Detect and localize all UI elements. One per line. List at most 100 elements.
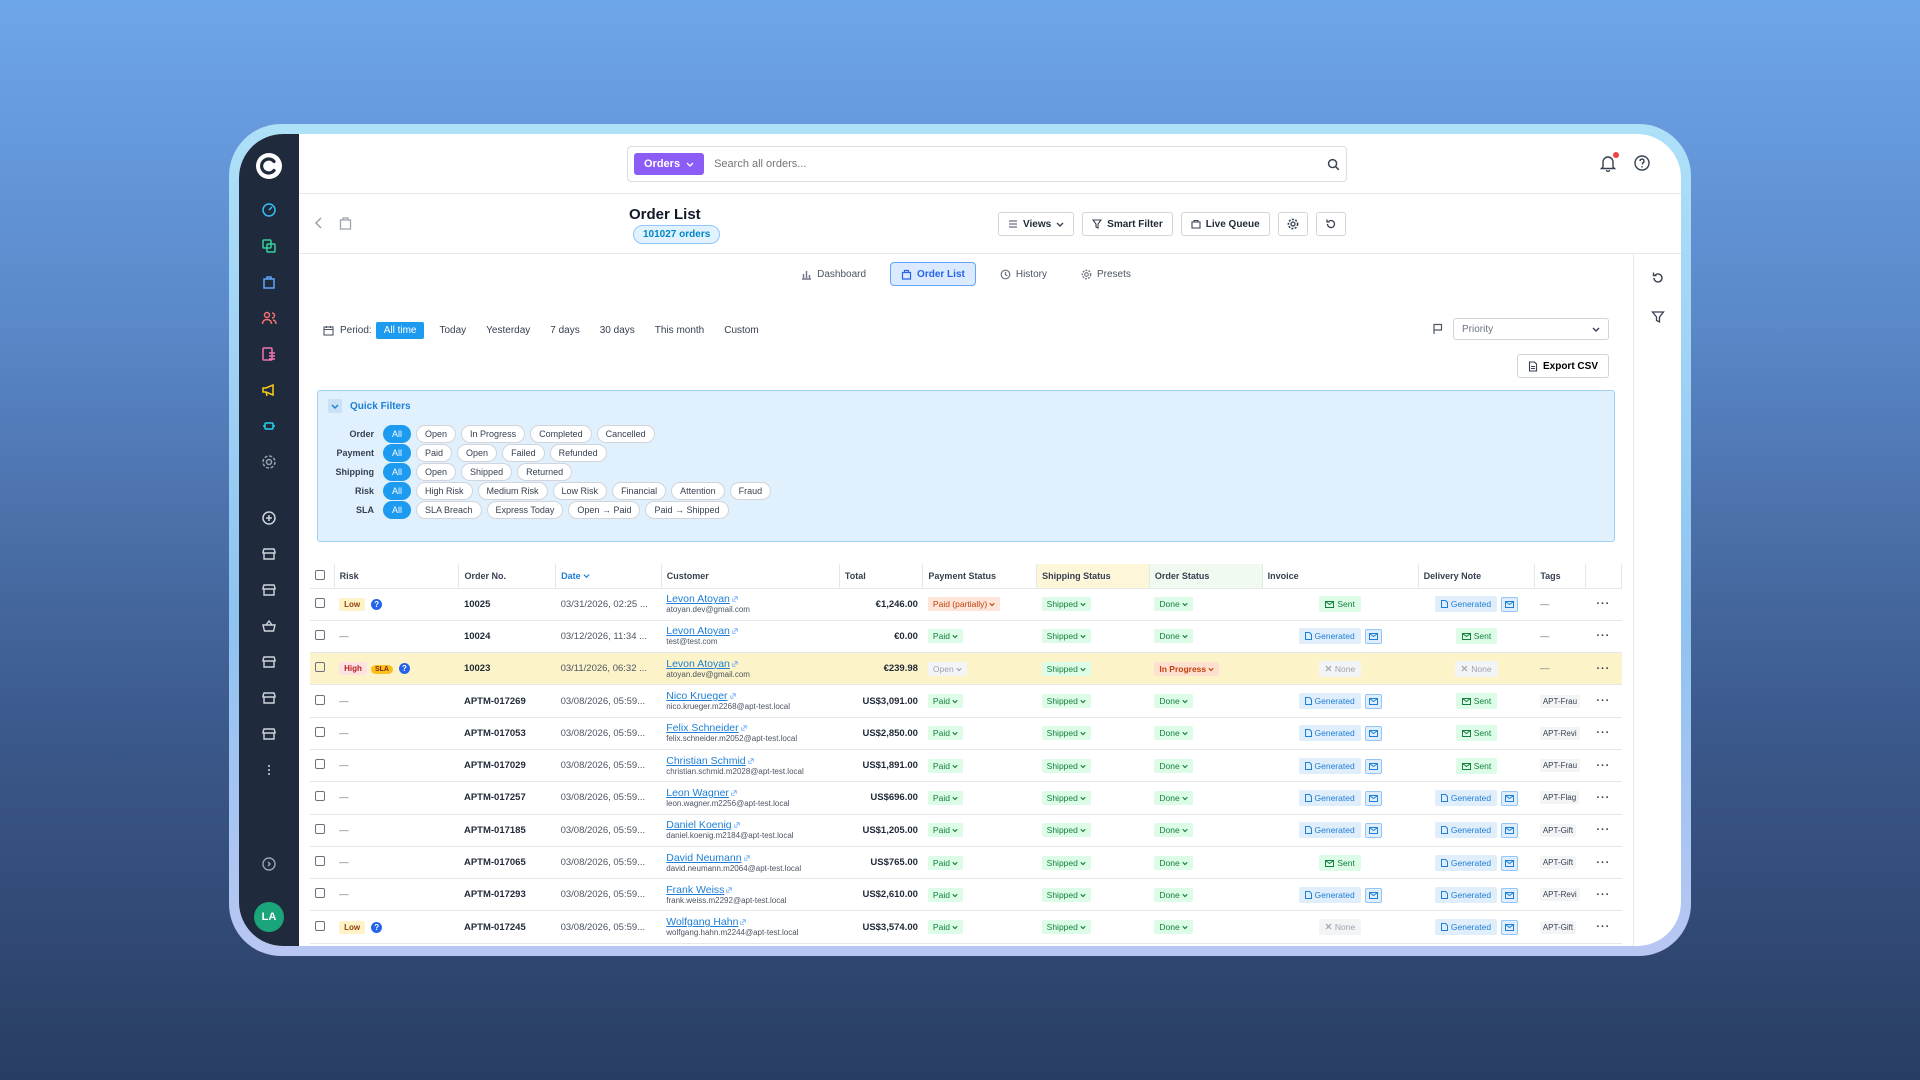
help-icon[interactable]: [1633, 154, 1651, 177]
quick-filter-chip[interactable]: Financial: [612, 482, 667, 500]
add-icon[interactable]: [251, 500, 287, 536]
more-icon[interactable]: [251, 752, 287, 788]
col-order-no[interactable]: Order No.: [458, 564, 557, 589]
quick-filter-chip[interactable]: Paid → Shipped: [645, 501, 729, 519]
send-mail-button[interactable]: [1364, 758, 1382, 774]
content-icon[interactable]: [251, 336, 287, 372]
col-risk[interactable]: Risk: [334, 564, 460, 589]
quick-filter-chip[interactable]: Cancelled: [596, 425, 655, 443]
send-mail-button[interactable]: [1501, 823, 1519, 839]
delivery-sent-badge[interactable]: Sent: [1455, 628, 1498, 645]
send-mail-button[interactable]: [1501, 855, 1519, 871]
invoice-generated-badge[interactable]: Generated: [1298, 789, 1361, 806]
invoice-generated-badge[interactable]: Generated: [1298, 822, 1361, 839]
order-status-dropdown[interactable]: In Progress: [1154, 661, 1220, 676]
filter-icon[interactable]: [1651, 310, 1665, 324]
shipping-status-dropdown[interactable]: Shipped: [1041, 823, 1091, 838]
payment-status-dropdown[interactable]: Paid: [927, 920, 963, 935]
search-input[interactable]: [714, 158, 1327, 170]
invoice-generated-badge[interactable]: Generated: [1298, 693, 1361, 710]
send-mail-button[interactable]: [1364, 887, 1382, 903]
customer-link[interactable]: Daniel Koenig: [666, 819, 834, 831]
invoice-sent-badge[interactable]: Sent: [1319, 596, 1361, 613]
help-icon[interactable]: [251, 846, 287, 882]
basket-icon[interactable]: [251, 608, 287, 644]
table-row[interactable]: — APTM-017293 03/08/2026, 05:59... Frank We…: [310, 878, 1622, 912]
period-today[interactable]: Today: [434, 322, 471, 339]
order-status-dropdown[interactable]: Done: [1154, 823, 1193, 838]
shipping-status-dropdown[interactable]: Shipped: [1041, 597, 1091, 612]
col-tags[interactable]: Tags: [1534, 564, 1586, 589]
tab-dashboard[interactable]: Dashboard: [791, 262, 876, 286]
customer-link[interactable]: Levon Atoyan: [666, 625, 834, 637]
order-number[interactable]: APTM-017245: [458, 910, 556, 944]
shipping-status-dropdown[interactable]: Shipped: [1041, 694, 1091, 709]
col-date[interactable]: Date: [555, 564, 662, 589]
col-shipping-status[interactable]: Shipping Status: [1036, 564, 1150, 589]
quick-filter-chip[interactable]: All: [383, 482, 412, 500]
invoice-sent-badge[interactable]: Sent: [1319, 854, 1361, 871]
shipping-status-dropdown[interactable]: Shipped: [1041, 790, 1091, 805]
order-number[interactable]: APTM-017029: [458, 749, 556, 783]
row-checkbox[interactable]: [315, 694, 325, 705]
invoice-generated-badge[interactable]: Generated: [1298, 886, 1361, 903]
quick-filter-chip[interactable]: Medium Risk: [477, 482, 548, 500]
row-checkbox[interactable]: [315, 726, 325, 737]
col-total[interactable]: Total: [839, 564, 924, 589]
delivery-generated-badge[interactable]: Generated: [1434, 596, 1498, 613]
bell-icon[interactable]: [1599, 152, 1619, 177]
order-number[interactable]: APTM-017293: [458, 878, 556, 912]
reset-icon[interactable]: [1651, 271, 1665, 285]
table-row[interactable]: — APTM-017269 03/08/2026, 05:59... Nico Kru…: [310, 684, 1622, 718]
row-actions-button[interactable]: ···: [1585, 717, 1622, 750]
row-checkbox[interactable]: [315, 629, 325, 640]
customer-link[interactable]: Wolfgang Hahn: [666, 916, 834, 928]
customer-link[interactable]: Leon Wagner: [666, 787, 834, 799]
back-icon[interactable]: [313, 216, 325, 230]
quick-filter-chip[interactable]: Shipped: [461, 463, 513, 481]
quick-filter-chip[interactable]: SLA Breach: [416, 501, 482, 519]
payment-status-dropdown[interactable]: Paid: [927, 726, 963, 741]
send-mail-button[interactable]: [1364, 823, 1382, 839]
delivery-sent-badge[interactable]: Sent: [1455, 757, 1498, 774]
col-delivery-note[interactable]: Delivery Note: [1418, 564, 1536, 589]
row-actions-button[interactable]: ···: [1585, 684, 1622, 718]
quick-filter-chip[interactable]: Attention: [671, 482, 725, 500]
delivery-sent-badge[interactable]: Sent: [1455, 693, 1498, 710]
app-logo[interactable]: [253, 150, 285, 182]
table-row[interactable]: — APTM-017029 03/08/2026, 05:59... Christia…: [310, 749, 1622, 783]
copy-icon[interactable]: [251, 228, 287, 264]
quick-filter-chip[interactable]: Refunded: [549, 444, 607, 462]
priority-select[interactable]: Priority: [1453, 318, 1609, 340]
order-status-dropdown[interactable]: Done: [1154, 597, 1193, 612]
col-payment-status[interactable]: Payment Status: [922, 564, 1038, 589]
payment-status-dropdown[interactable]: Paid: [927, 758, 963, 773]
order-number[interactable]: APTM-017053: [458, 717, 556, 750]
collapse-icon[interactable]: [328, 399, 342, 413]
delivery-sent-badge[interactable]: Sent: [1455, 725, 1498, 742]
sales-channel-icon-4[interactable]: [251, 680, 287, 716]
table-row[interactable]: — APTM-017053 03/08/2026, 05:59... Felix Sc…: [310, 717, 1622, 750]
row-actions-button[interactable]: ···: [1585, 588, 1622, 621]
smart-filter-button[interactable]: Smart Filter: [1082, 212, 1173, 236]
payment-status-dropdown[interactable]: Paid: [927, 855, 963, 870]
col-order-status[interactable]: Order Status: [1149, 564, 1263, 589]
payment-status-dropdown[interactable]: Paid (partially): [927, 597, 1001, 612]
invoice-generated-badge[interactable]: Generated: [1298, 628, 1361, 645]
table-row[interactable]: — APTM-017185 03/08/2026, 05:59... Daniel K…: [310, 814, 1622, 847]
row-checkbox[interactable]: [315, 791, 325, 802]
quick-filter-chip[interactable]: Completed: [530, 425, 592, 443]
period-yesterday[interactable]: Yesterday: [481, 322, 535, 339]
order-status-dropdown[interactable]: Done: [1154, 694, 1193, 709]
payment-status-dropdown[interactable]: Paid: [927, 823, 963, 838]
order-status-dropdown[interactable]: Done: [1154, 726, 1193, 741]
quick-filter-chip[interactable]: All: [383, 501, 412, 519]
risk-help-icon[interactable]: ?: [371, 598, 383, 610]
order-number[interactable]: APTM-017065: [458, 846, 556, 880]
shipping-status-dropdown[interactable]: Shipped: [1041, 920, 1091, 935]
order-status-dropdown[interactable]: Done: [1154, 855, 1193, 870]
order-status-dropdown[interactable]: Done: [1154, 758, 1193, 773]
customer-link[interactable]: Christian Schmid: [666, 755, 834, 767]
row-actions-button[interactable]: ···: [1585, 878, 1622, 912]
col-invoice[interactable]: Invoice: [1262, 564, 1419, 589]
